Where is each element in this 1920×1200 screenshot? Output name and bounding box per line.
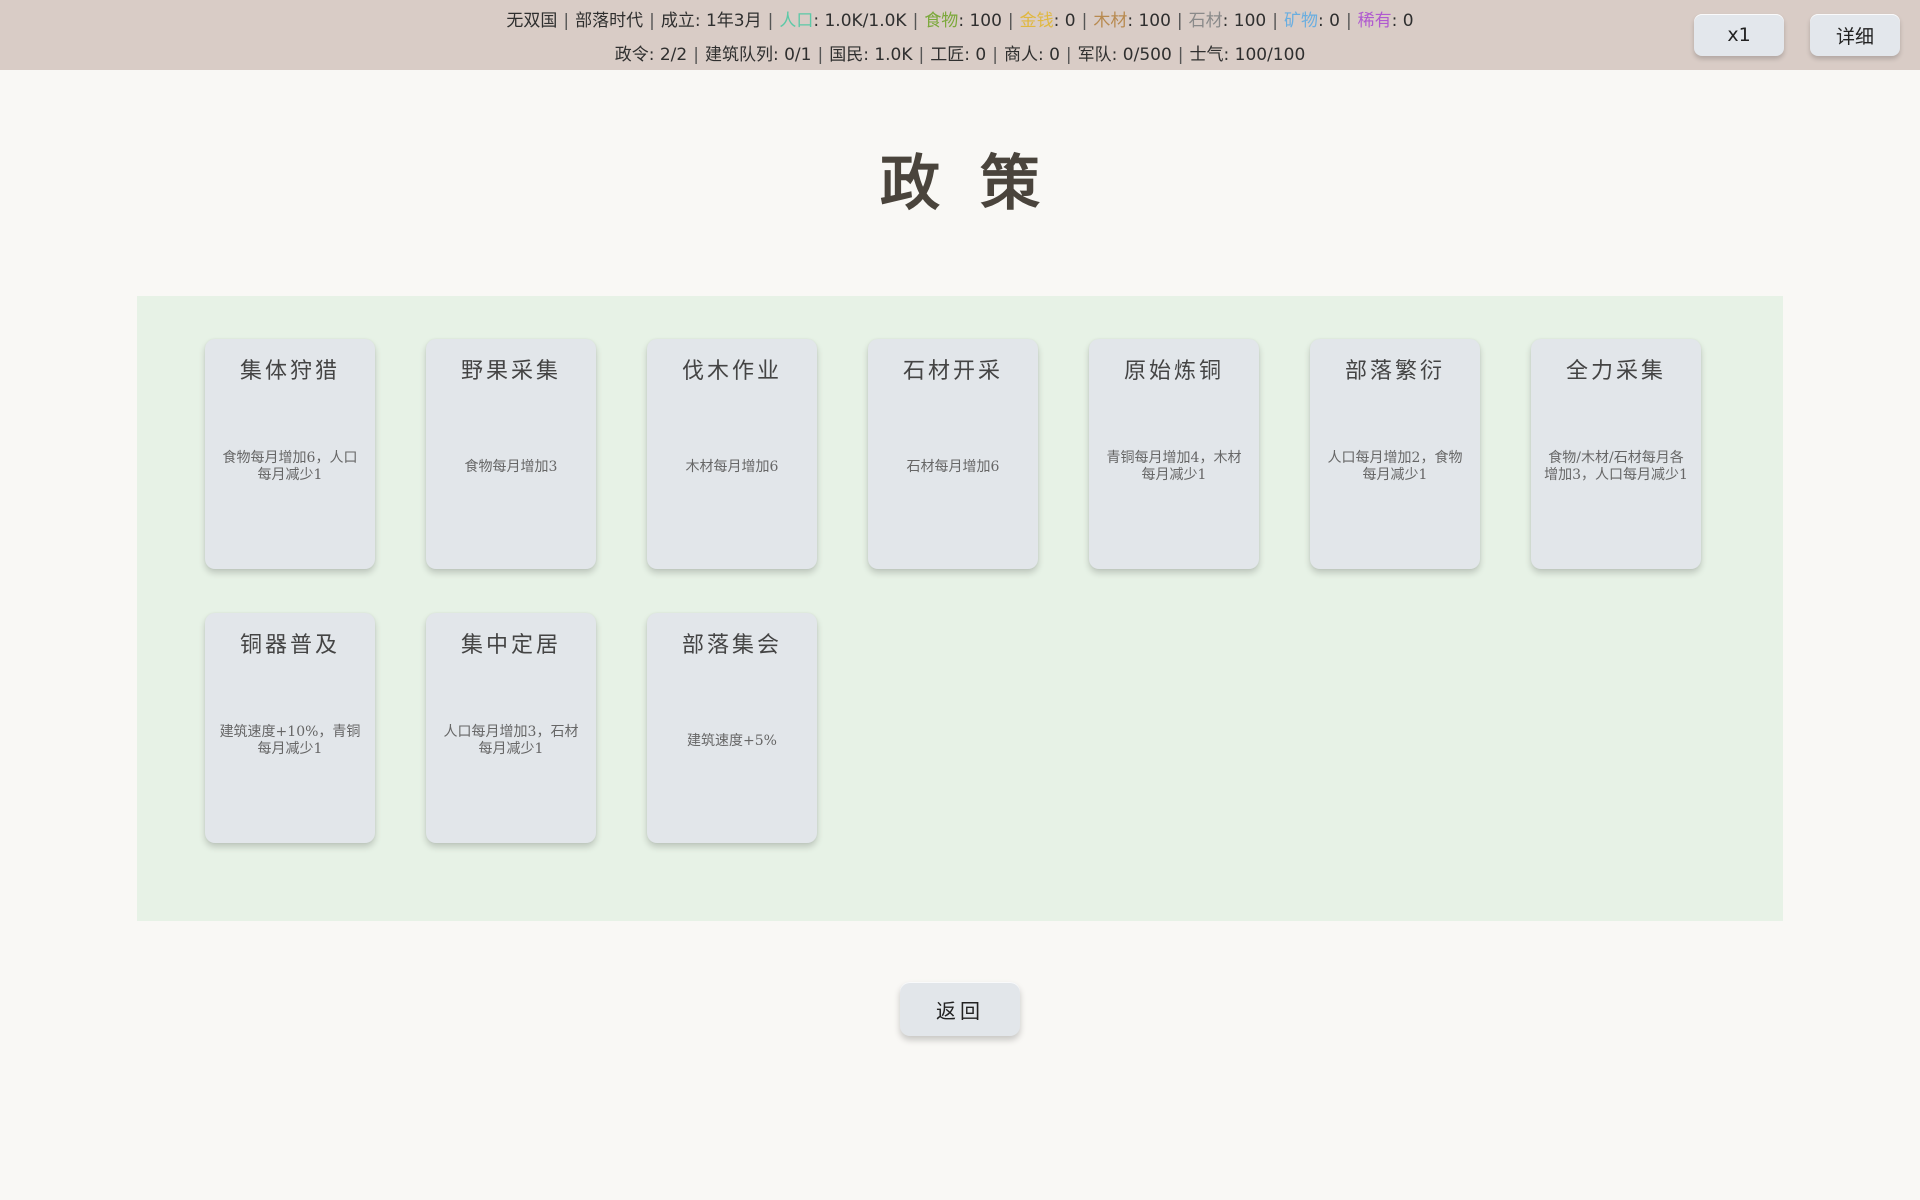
status-separator: |: [918, 45, 925, 65]
status-label: 矿物: [1283, 11, 1318, 31]
status-label: 军队: [1077, 45, 1112, 65]
policy-name: 部落集会: [681, 633, 782, 658]
status-value: : 1.0K/1.0K: [813, 11, 907, 31]
status-separator: |: [1065, 45, 1072, 65]
policy-card[interactable]: 野果采集食物每月增加3: [426, 339, 596, 569]
status-value: : 2/2: [648, 45, 688, 65]
status-label: 部落时代: [575, 11, 644, 31]
policy-description: 青铜每月增加4，木材每月减少1: [1106, 450, 1242, 483]
policy-name: 部落繁衍: [1344, 359, 1445, 384]
status-label: 建筑队列: [704, 45, 773, 65]
status-label: 工匠: [930, 45, 965, 65]
status-separator: |: [1176, 11, 1183, 31]
status-value: : 0: [1037, 45, 1060, 65]
status-separator: |: [563, 11, 570, 31]
status-label: 石材: [1188, 11, 1223, 31]
status-separator: |: [912, 11, 919, 31]
policy-card[interactable]: 部落繁衍人口每月增加2，食物每月减少1: [1310, 339, 1480, 569]
policy-name: 原始炼铜: [1123, 359, 1224, 384]
status-label: 无双国: [506, 11, 558, 31]
back-button[interactable]: 返回: [900, 982, 1020, 1036]
status-value: : 0: [1053, 11, 1076, 31]
policy-description: 食物每月增加6，人口每月减少1: [222, 450, 358, 483]
policy-description: 人口每月增加3，石材每月减少1: [443, 724, 579, 757]
policy-description: 石材每月增加6: [906, 458, 1000, 475]
policy-card[interactable]: 石材开采石材每月增加6: [868, 339, 1038, 569]
status-value: : 0: [1391, 11, 1414, 31]
policy-description: 人口每月增加2，食物每月减少1: [1327, 450, 1463, 483]
status-value: : 100/100: [1223, 45, 1306, 65]
status-bar: 无双国 | 部落时代 | 成立: 1年3月 | 人口: 1.0K/1.0K | 食物: 100 |…: [0, 0, 1920, 70]
status-separator: |: [767, 11, 774, 31]
policy-card[interactable]: 伐木作业木材每月增加6: [647, 339, 817, 569]
policy-card[interactable]: 集中定居人口每月增加3，石材每月减少1: [426, 613, 596, 843]
policy-card[interactable]: 全力采集食物/木材/石材每月各增加3，人口每月减少1: [1531, 339, 1701, 569]
policy-name: 伐木作业: [681, 359, 782, 384]
policy-name: 集中定居: [460, 633, 561, 658]
policy-panel: 集体狩猎食物每月增加6，人口每月减少1 野果采集食物每月增加3 伐木作业木材每月增加…: [137, 296, 1783, 921]
status-value: : 1年3月: [694, 11, 762, 31]
detail-button[interactable]: 详细: [1810, 14, 1900, 56]
status-separator: |: [817, 45, 824, 65]
policy-name: 铜器普及: [239, 633, 340, 658]
status-label: 国民: [829, 45, 864, 65]
status-label: 士气: [1189, 45, 1224, 65]
policy-description: 食物/木材/石材每月各增加3，人口每月减少1: [1544, 450, 1688, 483]
policy-name: 全力采集: [1565, 359, 1666, 384]
status-value: : 100: [1222, 11, 1267, 31]
status-label: 食物: [924, 11, 959, 31]
policy-card[interactable]: 原始炼铜青铜每月增加4，木材每月减少1: [1089, 339, 1259, 569]
status-value: : 1.0K: [863, 45, 913, 65]
policy-description: 建筑速度+5%: [687, 732, 777, 749]
status-value: : 0/500: [1111, 45, 1172, 65]
speed-button[interactable]: x1: [1694, 14, 1784, 56]
policy-name: 集体狩猎: [239, 359, 340, 384]
status-separator: |: [1177, 45, 1184, 65]
policy-name: 野果采集: [460, 359, 561, 384]
status-separator: |: [992, 45, 998, 65]
policy-name: 石材开采: [902, 359, 1003, 384]
status-value: : 100: [958, 11, 1002, 31]
status-value: : 0: [964, 45, 987, 65]
status-value: : 0: [1317, 11, 1340, 31]
policy-card[interactable]: 部落集会建筑速度+5%: [647, 613, 817, 843]
policy-card[interactable]: 铜器普及建筑速度+10%，青铜每月减少1: [205, 613, 375, 843]
status-separator: |: [1345, 11, 1352, 31]
policy-card[interactable]: 集体狩猎食物每月增加6，人口每月减少1: [205, 339, 375, 569]
status-label: 人口: [779, 11, 814, 31]
status-label: 稀有: [1357, 11, 1392, 31]
status-label: 政令: [614, 45, 649, 65]
status-value: : 100: [1127, 11, 1171, 31]
policy-description: 食物每月增加3: [464, 458, 558, 475]
status-separator: |: [1272, 11, 1278, 31]
policy-description: 木材每月增加6: [685, 458, 779, 475]
status-line-resources: 无双国 | 部落时代 | 成立: 1年3月 | 人口: 1.0K/1.0K | 食物: 100 |…: [0, 6, 1920, 31]
status-line-government: 政令: 2/2 | 建筑队列: 0/1 | 国民: 1.0K | 工匠: 0 | 商人: 0 | 军…: [0, 40, 1920, 65]
status-label: 金钱: [1019, 11, 1054, 31]
status-separator: |: [1081, 11, 1088, 31]
status-separator: |: [693, 45, 699, 65]
status-separator: |: [649, 11, 655, 31]
status-label: 成立: [660, 11, 695, 31]
policy-description: 建筑速度+10%，青铜每月减少1: [219, 724, 361, 757]
status-label: 商人: [1003, 45, 1038, 65]
status-label: 木材: [1093, 11, 1128, 31]
status-separator: |: [1007, 11, 1014, 31]
status-value: : 0/1: [772, 45, 812, 65]
page-title: 政策: [880, 149, 1080, 219]
